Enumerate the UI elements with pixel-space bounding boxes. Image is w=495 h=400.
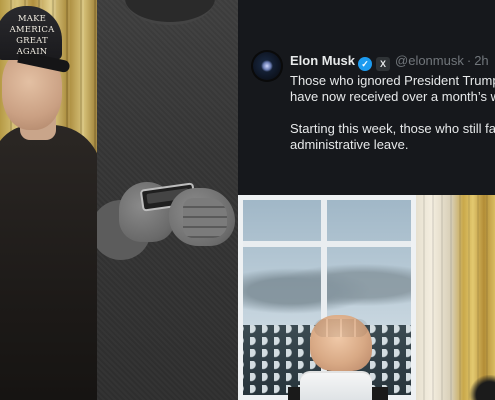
tweet-line: administrative leave.: [290, 137, 409, 152]
tweet-card[interactable]: Elon Musk ✓ X @elonmusk · 2h Those who ignore…: [238, 0, 495, 195]
tweet-paragraph-1: Those who ignored President Trump’s emai…: [290, 73, 495, 105]
handle[interactable]: @elonmusk: [395, 53, 464, 68]
fist-photo: [238, 195, 495, 400]
x-logo-icon: X: [376, 57, 391, 71]
dark-coat: [0, 125, 97, 400]
shirt-cuff: [300, 371, 372, 400]
tweet-line: Starting this week, those who still fail…: [290, 121, 495, 136]
edge-shadow: [468, 375, 495, 400]
tweet-text: Those who ignored President Trump’s emai…: [290, 73, 495, 153]
tweet-header: Elon Musk ✓ X @elonmusk · 2h: [290, 53, 489, 71]
tweet-paragraph-2: Starting this week, those who still fail…: [290, 121, 495, 153]
display-name[interactable]: Elon Musk: [290, 53, 355, 68]
verified-badge-icon: ✓: [358, 57, 373, 71]
separator-dot: ·: [466, 53, 472, 68]
timestamp[interactable]: 2h: [474, 53, 488, 68]
collage: MAKE AMERICA GREAT AGAIN Elon Musk ✓ X @elo…: [0, 0, 495, 400]
avatar[interactable]: [251, 50, 283, 82]
tweet-line: have now received over a month’s warning…: [290, 89, 495, 104]
knuckles: [314, 319, 368, 337]
drape-folds: [416, 195, 495, 400]
drapes: [416, 195, 495, 400]
fingers: [183, 198, 227, 238]
cap-text: MAKE AMERICA GREAT AGAIN: [0, 14, 64, 58]
cap-line-1: MAKE AMERICA: [9, 14, 55, 35]
cap-line-2: GREAT AGAIN: [16, 36, 48, 57]
phone-panel: [97, 0, 238, 400]
portrait-panel: MAKE AMERICA GREAT AGAIN: [0, 0, 97, 400]
tweet-line: Those who ignored President Trump’s emai…: [290, 73, 495, 88]
